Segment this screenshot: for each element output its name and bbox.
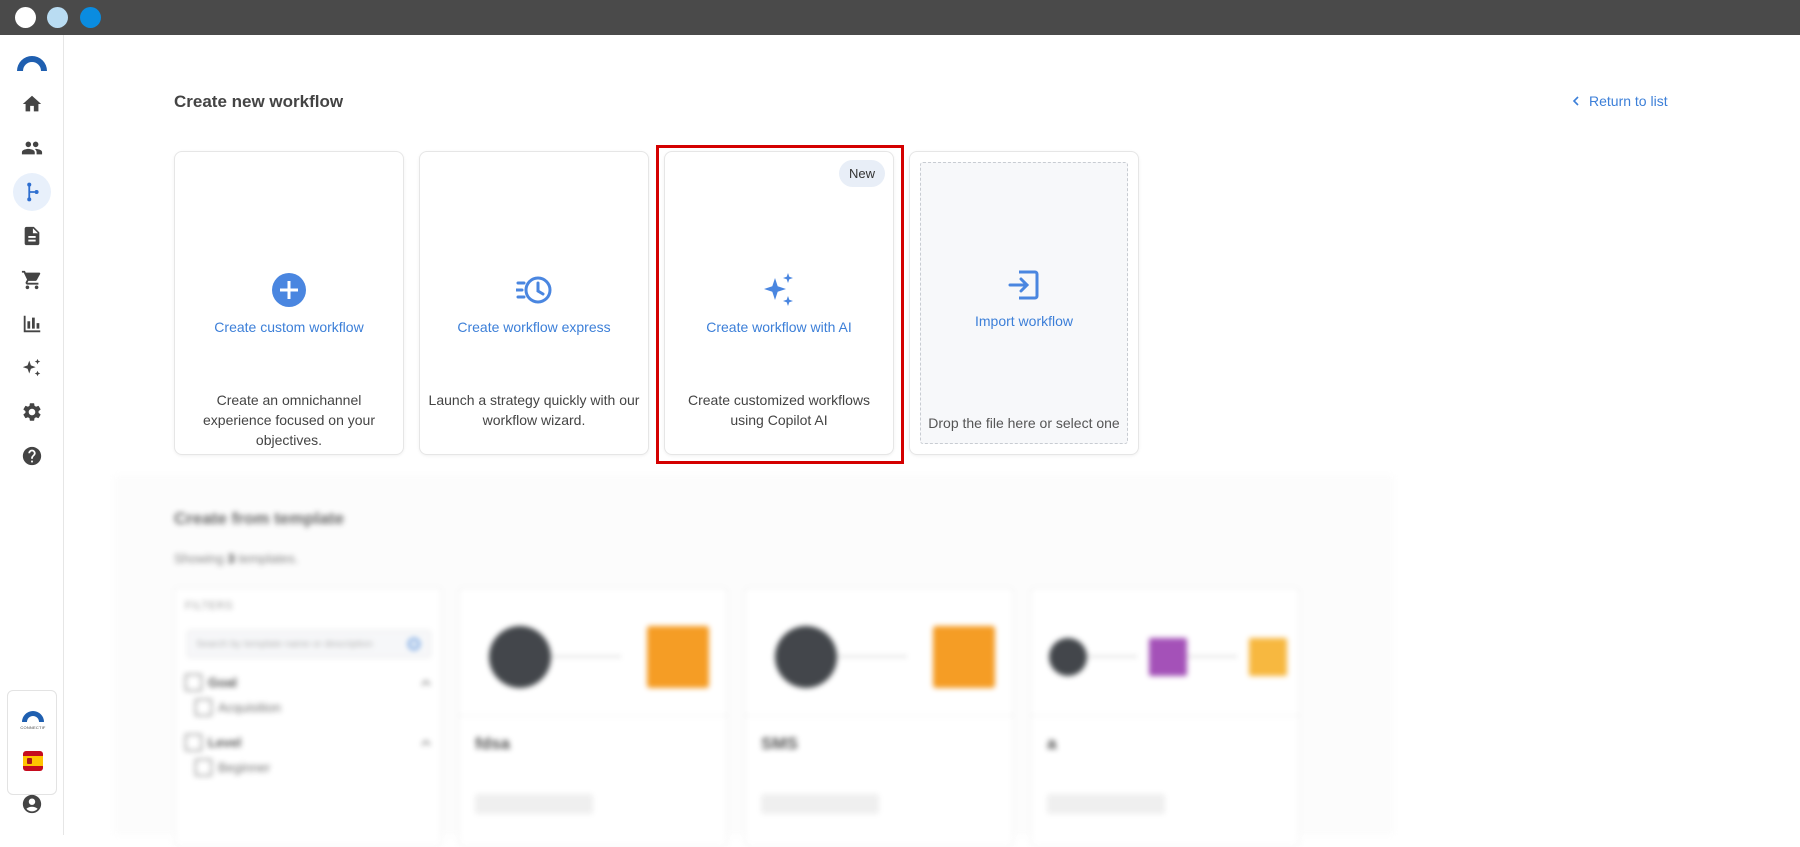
checkbox[interactable] <box>195 759 212 776</box>
create-workflow-express-card[interactable]: Create workflow express Launch a strateg… <box>419 151 649 455</box>
card-title: Create workflow express <box>457 319 611 335</box>
bar-chart-icon <box>23 315 41 333</box>
sidebar-item-workflows[interactable] <box>13 173 51 211</box>
spain-flag-icon[interactable] <box>23 751 43 771</box>
clock-fast-icon <box>516 276 552 304</box>
create-custom-workflow-card[interactable]: Create custom workflow Create an omnicha… <box>174 151 404 455</box>
template-preview <box>745 588 1013 716</box>
search-icon <box>408 638 420 650</box>
help-icon <box>22 446 42 466</box>
card-title: Import workflow <box>974 313 1074 329</box>
sidebar-item-home[interactable] <box>13 85 51 123</box>
template-name: SMS <box>761 734 798 753</box>
filter-option-acquisition[interactable]: Acquisition <box>195 699 281 716</box>
template-card[interactable]: a <box>1030 587 1300 847</box>
sidebar-item-ai[interactable] <box>13 349 51 387</box>
window-titlebar <box>0 0 1800 35</box>
page-title: Create new workflow <box>174 92 344 111</box>
chevron-up-icon[interactable] <box>421 738 431 748</box>
card-title: Create custom workflow <box>214 319 364 335</box>
card-description: Launch a strategy quickly with our workf… <box>428 392 640 428</box>
brand-logo-icon <box>22 711 44 722</box>
app-logo-icon[interactable] <box>14 53 50 73</box>
template-preview <box>1031 588 1299 716</box>
template-preview <box>459 588 727 716</box>
filter-group-level[interactable]: Level <box>185 734 241 751</box>
card-description: Drop the file here or select one <box>928 415 1120 431</box>
sidebar-item-settings[interactable] <box>13 393 51 431</box>
sidebar: CONNECTIF <box>0 35 64 835</box>
sparkles-icon <box>22 358 41 377</box>
document-icon <box>24 226 40 246</box>
template-card[interactable]: fdsa <box>458 587 728 847</box>
filter-group-goal[interactable]: Goal <box>185 674 237 691</box>
import-workflow-card[interactable]: Import workflow Drop the file here or se… <box>909 151 1139 455</box>
highlight-box <box>656 145 904 464</box>
card-description: Create an omnichannel experience focused… <box>203 392 375 448</box>
plus-circle-icon <box>272 273 306 307</box>
sidebar-item-reports[interactable] <box>13 305 51 343</box>
workflow-icon <box>27 182 39 202</box>
cart-icon <box>21 270 41 290</box>
template-tag <box>761 794 879 814</box>
checkbox[interactable] <box>185 674 202 691</box>
sidebar-item-documents[interactable] <box>13 217 51 255</box>
account-icon[interactable] <box>21 793 43 815</box>
template-name: fdsa <box>475 734 510 753</box>
window-minimize-button[interactable] <box>47 7 68 28</box>
template-tag <box>1047 794 1165 814</box>
people-icon <box>21 141 43 155</box>
templates-title: Create from template <box>174 509 345 528</box>
return-link-label: Return to list <box>1589 93 1668 109</box>
sidebar-item-contacts[interactable] <box>13 129 51 167</box>
window-maximize-button[interactable] <box>80 7 101 28</box>
account-brand-card[interactable]: CONNECTIF <box>7 690 57 795</box>
templates-section: Create from template Showing 3 templates… <box>114 475 1394 847</box>
checkbox[interactable] <box>185 734 202 751</box>
filters-panel: FILTERS Search by template name or descr… <box>174 587 442 847</box>
template-name: a <box>1047 734 1057 753</box>
template-card[interactable]: SMS <box>744 587 1014 847</box>
chevron-left-icon <box>1572 96 1579 106</box>
gear-icon <box>23 403 41 421</box>
templates-count: Showing 3 templates. <box>174 551 299 566</box>
filters-label: FILTERS <box>185 600 233 612</box>
home-icon <box>22 95 42 112</box>
filter-option-beginner[interactable]: Beginner <box>195 759 270 776</box>
import-icon <box>1008 270 1039 300</box>
window-close-button[interactable] <box>15 7 36 28</box>
template-search-input[interactable]: Search by template name or description <box>187 630 431 658</box>
file-drop-zone[interactable]: Import workflow Drop the file here or se… <box>920 162 1128 444</box>
template-tag <box>475 794 593 814</box>
chevron-up-icon[interactable] <box>421 678 431 688</box>
checkbox[interactable] <box>195 699 212 716</box>
return-to-list-link[interactable]: Return to list <box>1571 93 1668 109</box>
sidebar-item-commerce[interactable] <box>13 261 51 299</box>
main-content: Create new workflow Return to list Creat… <box>64 35 1800 847</box>
sidebar-item-help[interactable] <box>13 437 51 475</box>
brand-text: CONNECTIF <box>20 725 46 730</box>
